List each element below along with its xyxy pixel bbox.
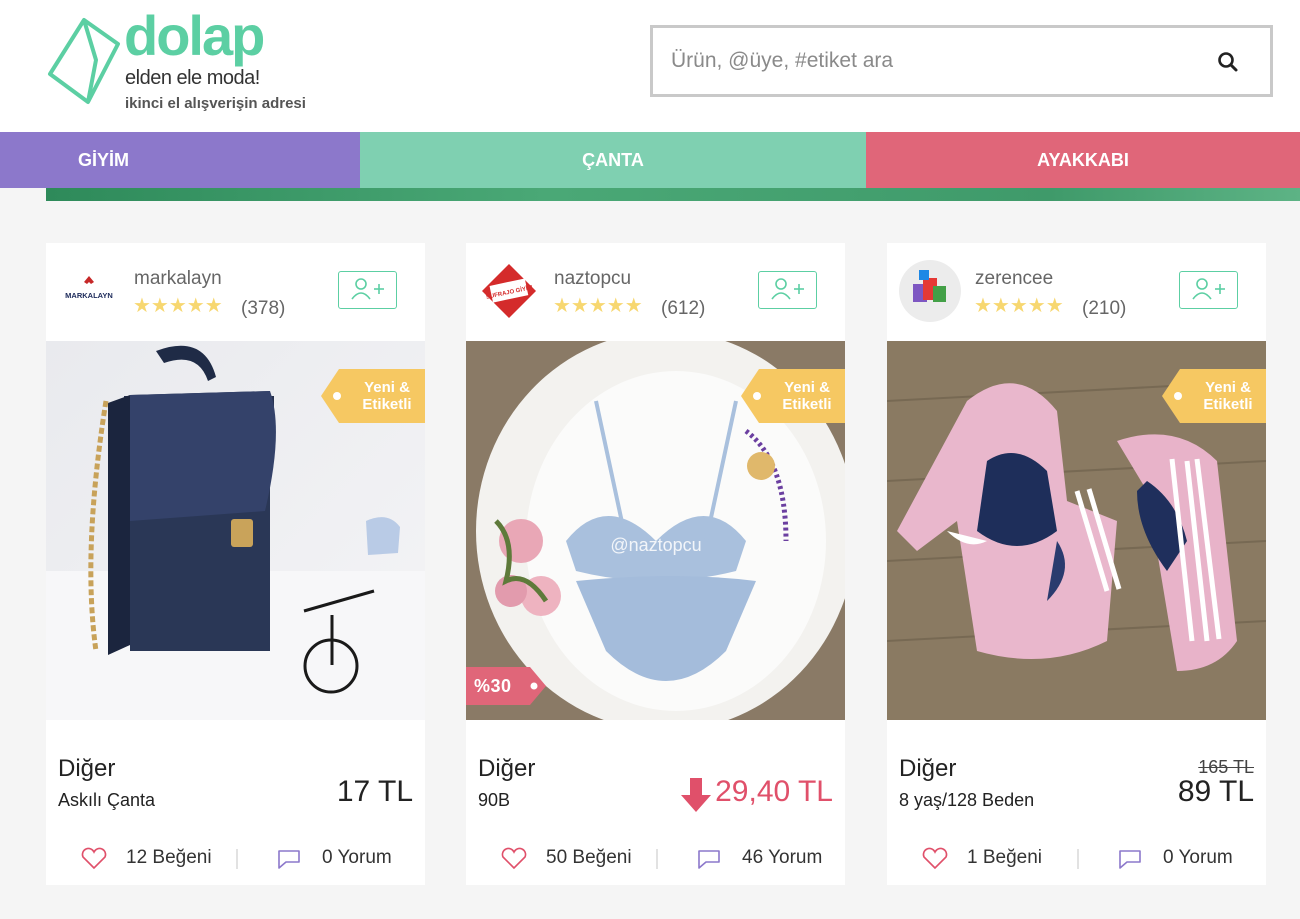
product-description: Askılı Çanta [58,790,156,810]
search-input[interactable] [653,28,1193,94]
seller-avatar[interactable] [899,260,961,322]
add-user-icon [771,278,804,300]
comment-icon [278,850,300,869]
product-card[interactable]: SUFRAJO GİYİM naztopcu ★★★★★ (612) @nazt… [466,243,845,885]
rating-stars: ★★★★★ [553,295,643,317]
new-tag-badge: Yeni & Etiketli [1162,369,1266,423]
dolap-logo[interactable]: dolap elden ele moda! ikinci el alışveri… [44,6,334,116]
product-category: Diğer [478,755,536,782]
rating-count: (210) [1082,298,1127,319]
product-category: Diğer [58,755,116,782]
product-photo[interactable]: @naztopcu Yeni & Etiketli %30 [466,341,845,720]
category-nav: GİYİM ÇANTA AYAKKABI [0,132,1300,188]
product-price: 89 TL [1177,775,1254,808]
comment-icon [698,850,720,869]
brand-name: dolap [124,4,265,67]
product-price: 29,40 TL [715,775,833,808]
avatar-brand-text: MARKALAYN [65,291,113,300]
add-user-icon [351,278,384,300]
rating-count: (612) [661,298,706,319]
rating-count: (378) [241,298,286,319]
follow-button[interactable] [758,271,817,309]
seller-name[interactable]: zerencee [975,268,1053,290]
product-category: Diğer [899,755,957,782]
heart-icon [922,847,948,870]
search-box [650,25,1273,97]
divider [236,849,238,869]
product-card[interactable]: zerencee ★★★★★ (210) Yeni & Etiketli Diğ… [887,243,1266,885]
comment-count: 46 Yorum [742,847,823,868]
product-photo[interactable]: Yeni & Etiketli [887,341,1266,720]
new-tag-badge: Yeni & Etiketli [321,369,425,423]
new-tag-label: Yeni & Etiketli [782,379,832,413]
product-photo[interactable]: Yeni & Etiketli [46,341,425,720]
tab-giyim[interactable]: GİYİM [0,132,360,188]
add-user-icon [1192,278,1225,300]
rating-stars: ★★★★★ [133,295,223,317]
product-price: 17 TL [336,775,413,808]
like-count: 12 Beğeni [126,847,212,868]
seller-name[interactable]: naztopcu [554,268,631,290]
new-tag-label: Yeni & Etiketli [362,379,412,413]
brand-tagline: elden ele moda! [125,67,260,89]
tab-ayakkabi[interactable]: AYAKKABI [866,132,1300,188]
discount-badge: %30 [466,667,546,705]
header: dolap elden ele moda! ikinci el alışveri… [0,0,1300,132]
like-count: 50 Beğeni [546,847,632,868]
product-description: 90B [478,790,511,810]
dolap-logo-icon [48,18,120,104]
seller-name[interactable]: markalayn [134,268,222,290]
tab-canta[interactable]: ÇANTA [360,132,866,188]
photo-watermark: @naztopcu [610,535,701,555]
comment-count: 0 Yorum [322,847,392,868]
banner-strip[interactable] [46,188,1300,201]
product-description: 8 yaş/128 Beden [899,790,1035,810]
comment-count: 0 Yorum [1163,847,1233,868]
heart-icon [501,847,527,870]
discount-label: %30 [474,676,512,696]
brand-subtitle: ikinci el alışverişin adresi [125,95,306,112]
search-button[interactable] [1208,42,1248,82]
seller-avatar[interactable]: SUFRAJO GİYİM [478,260,540,322]
product-card[interactable]: MARKALAYN markalayn ★★★★★ (378) Yeni & E… [46,243,425,885]
like-count: 1 Beğeni [967,847,1043,868]
new-tag-badge: Yeni & Etiketli [741,369,845,423]
follow-button[interactable] [338,271,397,309]
heart-icon [81,847,107,870]
comment-icon [1119,850,1141,869]
search-icon [1218,52,1238,72]
seller-avatar[interactable]: MARKALAYN [58,260,120,322]
new-tag-label: Yeni & Etiketli [1203,379,1253,413]
divider [656,849,658,869]
follow-button[interactable] [1179,271,1238,309]
price-drop-icon [681,778,711,812]
divider [1077,849,1079,869]
rating-stars: ★★★★★ [974,295,1064,317]
